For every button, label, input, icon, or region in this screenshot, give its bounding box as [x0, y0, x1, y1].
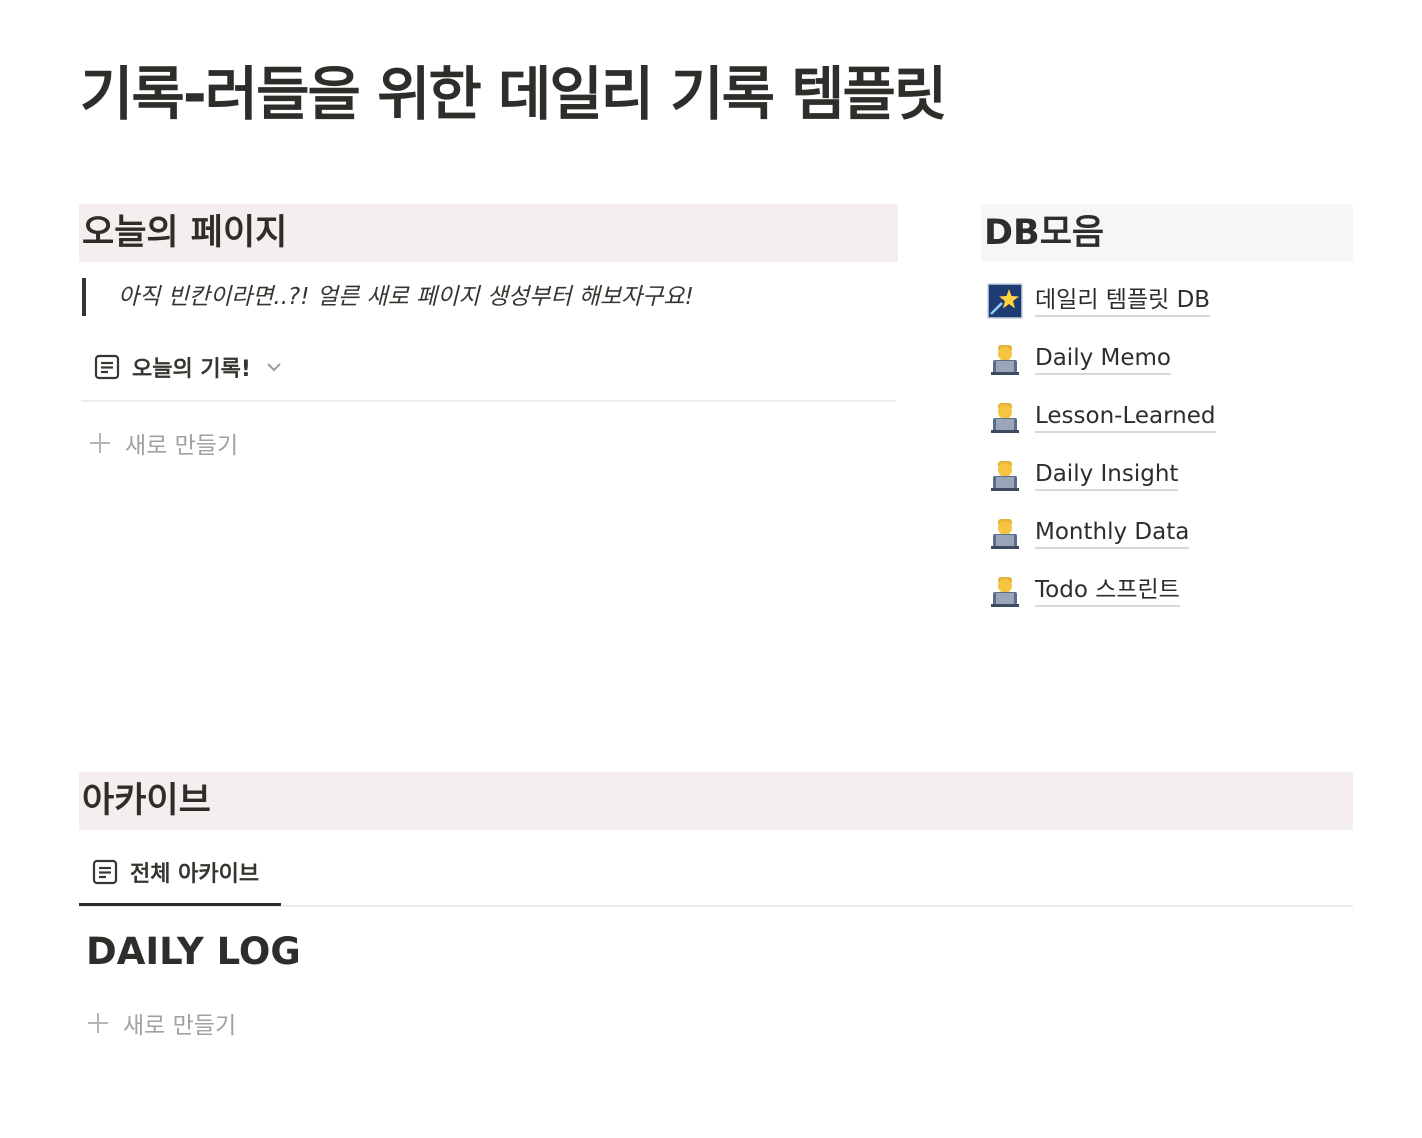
db-item-monthly-data[interactable]: Monthly Data — [987, 504, 1216, 562]
db-item-daily-insight[interactable]: Daily Insight — [987, 446, 1216, 504]
db-item-label: Todo 스프린트 — [1035, 575, 1180, 607]
plus-icon — [88, 1013, 108, 1033]
db-section-heading: DB모음 — [981, 204, 1353, 262]
db-list: 데일리 템플릿 DB Daily Memo Lesson-Learned Dai… — [987, 272, 1216, 620]
plus-icon — [90, 433, 110, 453]
db-item-label: 데일리 템플릿 DB — [1035, 285, 1211, 317]
archive-section-heading: 아카이브 — [79, 772, 1353, 830]
today-divider — [81, 400, 896, 402]
archive-view-tab[interactable]: 전체 아카이브 — [92, 855, 259, 889]
shooting-star-icon — [987, 283, 1023, 319]
archive-new-button[interactable]: 새로 만들기 — [87, 1008, 237, 1039]
technologist-icon — [987, 515, 1023, 551]
db-item-label: Daily Memo — [1035, 343, 1171, 375]
today-new-button[interactable]: 새로 만들기 — [89, 428, 239, 459]
db-item-todo-sprint[interactable]: Todo 스프린트 — [987, 562, 1216, 620]
callout-quote: 아직 빈칸이라면..?! 얼른 새로 페이지 생성부터 해보자구요! — [82, 278, 694, 316]
today-view-tab-label: 오늘의 기록! — [132, 357, 251, 382]
today-new-button-label: 새로 만들기 — [125, 433, 239, 459]
chevron-down-icon[interactable] — [265, 358, 283, 376]
page-title: 기록-러들을 위한 데일리 기록 템플릿 — [80, 60, 947, 128]
technologist-icon — [987, 341, 1023, 377]
db-item-label: Monthly Data — [1035, 517, 1190, 549]
document-icon — [92, 859, 118, 885]
technologist-icon — [987, 573, 1023, 609]
active-tab-underline — [79, 903, 281, 906]
today-section-heading: 오늘의 페이지 — [79, 204, 898, 262]
document-icon — [94, 354, 120, 380]
technologist-icon — [987, 457, 1023, 493]
db-item-lesson-learned[interactable]: Lesson-Learned — [987, 388, 1216, 446]
db-item-label: Lesson-Learned — [1035, 401, 1216, 433]
db-item-label: Daily Insight — [1035, 459, 1179, 491]
db-item-daily-template[interactable]: 데일리 템플릿 DB — [987, 272, 1216, 330]
today-view-tab[interactable]: 오늘의 기록! — [94, 350, 283, 384]
technologist-icon — [987, 399, 1023, 435]
db-item-daily-memo[interactable]: Daily Memo — [987, 330, 1216, 388]
page: 기록-러들을 위한 데일리 기록 템플릿 오늘의 페이지 아직 빈칸이라면..?… — [0, 0, 1422, 1138]
archive-view-tab-label: 전체 아카이브 — [130, 862, 260, 887]
archive-new-button-label: 새로 만들기 — [123, 1013, 237, 1039]
group-title: DAILY LOG — [86, 930, 301, 973]
